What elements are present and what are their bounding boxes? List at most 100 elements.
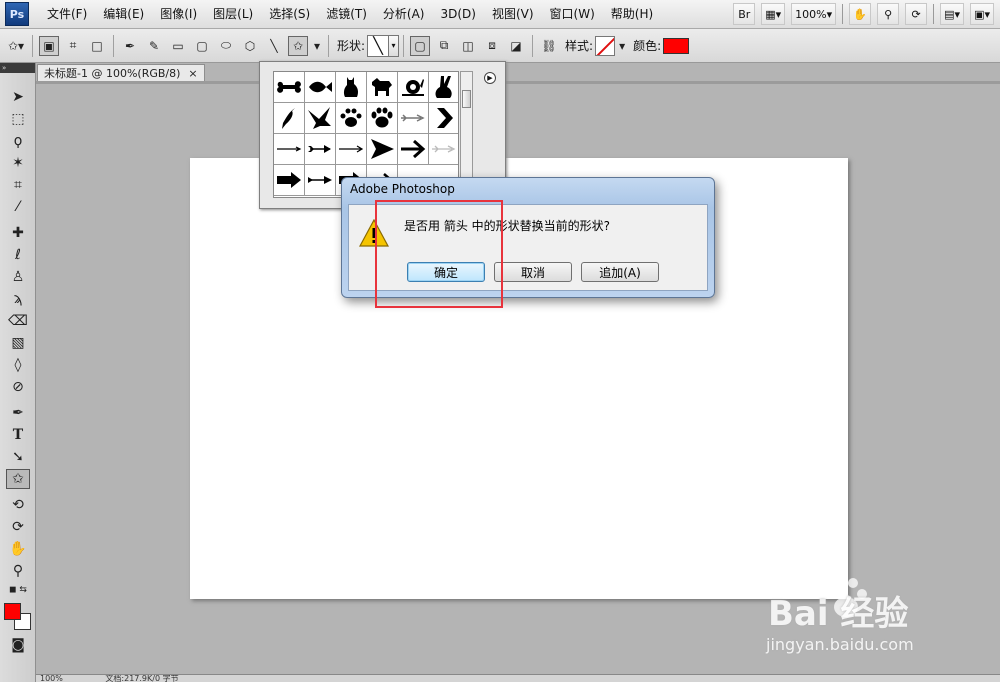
document-tab[interactable]: 未标题-1 @ 100%(RGB/8) ×	[37, 64, 205, 82]
watermark-brand: Bai 经验	[768, 594, 909, 634]
healing-brush-tool[interactable]: ✚	[6, 223, 30, 243]
gradient-tool[interactable]: ▧	[6, 333, 30, 353]
intersect-shape-button[interactable]: ⧈	[482, 36, 502, 56]
polygon-button[interactable]: ⬡	[240, 36, 260, 56]
close-icon[interactable]: ×	[188, 65, 197, 82]
style-dropdown[interactable]: ▾	[617, 36, 627, 56]
type-tool[interactable]: T	[6, 425, 30, 445]
path-selection-tool[interactable]: ➘	[6, 447, 30, 467]
view-extras-button[interactable]: ▦▾	[761, 3, 786, 25]
zoom-tool-button[interactable]: ⚲	[877, 3, 900, 25]
subtract-shape-button[interactable]: ◫	[458, 36, 478, 56]
quick-mask-button[interactable]: ◙	[6, 635, 30, 655]
arrow-triangle-icon[interactable]	[367, 134, 398, 165]
droplet-icon: ◊	[14, 357, 22, 373]
dog-icon[interactable]	[367, 72, 398, 103]
rounded-rectangle-button[interactable]: ▢	[192, 36, 212, 56]
paw-print-icon[interactable]	[336, 103, 367, 134]
custom-shape-icon: ✩▾	[7, 38, 25, 53]
arrow-fletched-icon[interactable]	[305, 165, 336, 196]
rabbit-icon[interactable]	[429, 72, 458, 103]
menu-layer[interactable]: 图层(L)	[205, 0, 261, 29]
arrow-faint-icon[interactable]	[429, 134, 458, 165]
menu-analysis[interactable]: 分析(A)	[375, 0, 433, 29]
arrow-barbed-icon[interactable]	[305, 134, 336, 165]
swap-colors-button[interactable]: ◼ ⇆	[6, 583, 30, 597]
arrow-line-icon[interactable]	[336, 134, 367, 165]
scrollbar-thumb[interactable]	[462, 90, 471, 108]
snail-icon[interactable]	[398, 72, 429, 103]
menu-view[interactable]: 视图(V)	[484, 0, 542, 29]
rotate-view-button[interactable]: ⟳	[905, 3, 928, 25]
custom-shape-tool[interactable]: ✩	[6, 469, 30, 489]
marquee-tool[interactable]: ⬚	[6, 109, 30, 129]
geometry-options-dropdown[interactable]: ▾	[312, 36, 322, 56]
brush-tool[interactable]: ℓ	[6, 245, 30, 265]
menu-filter[interactable]: 滤镜(T)	[318, 0, 375, 29]
add-to-shape-button[interactable]: ⧉	[434, 36, 454, 56]
menu-file[interactable]: 文件(F)	[39, 0, 95, 29]
new-shape-layer-button[interactable]: ▢	[410, 35, 431, 56]
arrow-block-icon[interactable]	[274, 165, 305, 196]
chevron-icon[interactable]	[429, 103, 458, 134]
zoom-level-select[interactable]: 100% ▾	[791, 3, 837, 25]
paths-button[interactable]: ⌗	[63, 36, 83, 56]
append-button[interactable]: 追加(A)	[581, 262, 659, 282]
bird-icon[interactable]	[274, 103, 305, 134]
toolbox-collapse-handle[interactable]: »	[0, 63, 35, 73]
hand-tool[interactable]: ✋	[6, 539, 30, 559]
menu-3d[interactable]: 3D(D)	[432, 0, 483, 29]
tool-preset-picker[interactable]: ✩▾	[6, 36, 26, 56]
paw-print-2-icon[interactable]	[367, 103, 398, 134]
shape-color-swatch[interactable]	[663, 37, 690, 54]
arrow-thin-icon[interactable]	[274, 134, 305, 165]
shape-picker-dropdown[interactable]: ▾	[389, 34, 400, 57]
menu-select[interactable]: 选择(S)	[261, 0, 318, 29]
custom-shape-button[interactable]: ✩	[288, 35, 308, 56]
foreground-color-swatch[interactable]	[4, 603, 21, 620]
dodge-tool[interactable]: ⊘	[6, 377, 30, 397]
fill-pixels-button[interactable]: □	[87, 36, 107, 56]
pen-tool[interactable]: ✒	[6, 403, 30, 423]
crop-tool[interactable]: ⌗	[6, 175, 30, 195]
menu-help[interactable]: 帮助(H)	[603, 0, 661, 29]
menu-image[interactable]: 图像(I)	[152, 0, 205, 29]
magic-wand-tool[interactable]: ✶	[6, 153, 30, 173]
status-zoom[interactable]: 100%	[40, 675, 63, 682]
style-swatch[interactable]	[595, 35, 616, 56]
screen-mode-button[interactable]: ▣▾	[970, 3, 994, 25]
arrow-feather-icon[interactable]	[398, 103, 429, 134]
zoom-tool[interactable]: ⚲	[6, 561, 30, 581]
bone-icon[interactable]	[274, 72, 305, 103]
panel-menu-button[interactable]: ▶	[484, 72, 496, 84]
pen-tool-button[interactable]: ✒	[120, 36, 140, 56]
freeform-pen-button[interactable]: ✎	[144, 36, 164, 56]
line-button[interactable]: ╲	[264, 36, 284, 56]
move-tool[interactable]: ➤	[6, 87, 30, 107]
arrange-documents-button[interactable]: ▤▾	[940, 3, 965, 25]
link-layer-button[interactable]: ⛓	[539, 36, 559, 56]
cat-icon[interactable]	[336, 72, 367, 103]
eraser-tool[interactable]: ⌫	[6, 311, 30, 331]
history-brush-tool[interactable]: ϡ	[6, 289, 30, 309]
menu-window[interactable]: 窗口(W)	[542, 0, 603, 29]
shape-layers-button[interactable]: ▣	[39, 35, 59, 56]
exclude-shape-button[interactable]: ◪	[506, 36, 526, 56]
3d-orbit-tool[interactable]: ⟳	[6, 517, 30, 537]
arrow-bold-icon[interactable]	[398, 134, 429, 165]
rectangle-button[interactable]: ▭	[168, 36, 188, 56]
lasso-tool[interactable]: ϙ	[6, 131, 30, 151]
bridge-button[interactable]: Br	[733, 3, 756, 25]
ellipse-button[interactable]: ⬭	[216, 36, 236, 56]
eyedropper-tool[interactable]: ⁄	[6, 197, 30, 217]
3d-rotate-tool[interactable]: ⟲	[6, 495, 30, 515]
cancel-button[interactable]: 取消	[494, 262, 572, 282]
shape-picker[interactable]: ╲	[367, 34, 390, 57]
menu-edit[interactable]: 编辑(E)	[95, 0, 152, 29]
hand-tool-button[interactable]: ✋	[849, 3, 872, 25]
options-bar: ✩▾ ▣ ⌗ □ ✒ ✎ ▭ ▢ ⬭ ⬡ ╲ ✩ ▾ 形状: ╲ ▾ ▢ ⧉ ◫…	[0, 29, 1000, 63]
fish-icon[interactable]	[305, 72, 336, 103]
clone-stamp-tool[interactable]: ♙	[6, 267, 30, 287]
dove-icon[interactable]	[305, 103, 336, 134]
blur-tool[interactable]: ◊	[6, 355, 30, 375]
